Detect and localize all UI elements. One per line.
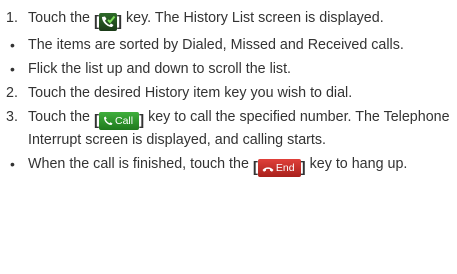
bracket-close: ]: [139, 112, 145, 129]
end-key-reference: [ End ]: [253, 159, 306, 177]
bullet-marker: •: [10, 156, 15, 172]
phone-icon: [103, 116, 113, 125]
bracket-close: ]: [300, 159, 306, 176]
bracket-close: ]: [116, 13, 122, 30]
bullet-text: The items are sorted by Dialed, Missed a…: [28, 37, 404, 53]
step-number: 2.: [6, 85, 18, 101]
instruction-list: 1. Touch the [ ] key. The History List s…: [6, 8, 452, 181]
bullet-hang-up: • When the call is finished, touch the […: [6, 154, 452, 177]
step-text: Touch the desired History item key you w…: [28, 85, 353, 101]
bullet-sorted: • The items are sorted by Dialed, Missed…: [6, 35, 452, 55]
end-key: End: [257, 159, 301, 177]
step-text-post: key to call the specified number. The Te…: [28, 109, 450, 148]
bullet-text-pre: When the call is finished, touch the: [28, 156, 249, 172]
bullet-marker: •: [10, 37, 15, 53]
dialed-key-reference: [ ]: [94, 13, 122, 31]
step-3: 3. Touch the [ Call ] key to call the sp…: [6, 107, 452, 150]
call-key-label: Call: [114, 115, 134, 127]
phone-check-icon: [98, 13, 117, 31]
bullet-marker: •: [10, 61, 15, 77]
step-1: 1. Touch the [ ] key. The History List s…: [6, 8, 452, 31]
step-number: 3.: [6, 109, 18, 125]
call-key-reference: [ Call ]: [94, 112, 144, 130]
hang-up-icon: [262, 167, 274, 172]
end-key-label: End: [275, 162, 295, 174]
step-text-pre: Touch the: [28, 109, 90, 125]
call-key: Call: [98, 112, 140, 130]
bullet-text: Flick the list up and down to scroll the…: [28, 61, 292, 77]
step-2: 2. Touch the desired History item key yo…: [6, 83, 452, 103]
step-number: 1.: [6, 10, 18, 26]
step-text-pre: Touch the: [28, 10, 90, 26]
bullet-flick: • Flick the list up and down to scroll t…: [6, 59, 452, 79]
step-text-post: key. The History List screen is displaye…: [125, 10, 384, 26]
bullet-text-post: key to hang up.: [309, 156, 408, 172]
